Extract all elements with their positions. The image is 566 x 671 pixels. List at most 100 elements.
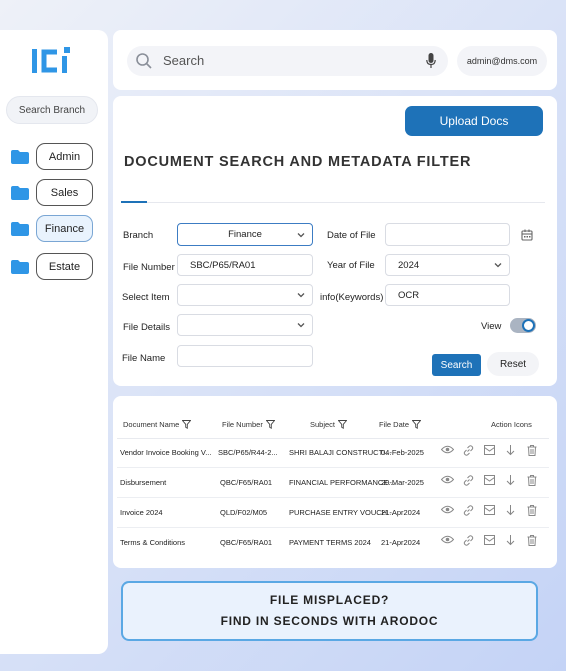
column-header-label: File Number [222, 420, 263, 429]
link-icon[interactable] [458, 535, 479, 546]
link-icon[interactable] [458, 445, 479, 456]
download-icon[interactable] [500, 535, 521, 546]
app-logo [32, 47, 70, 73]
info-keywords-value: OCR [398, 289, 420, 301]
table-row[interactable]: Vendor Invoice Booking V... SBC/P65/R44-… [113, 438, 557, 468]
column-header-file-date[interactable]: File Date [379, 420, 422, 429]
link-icon[interactable] [458, 475, 479, 486]
email-icon[interactable] [479, 535, 500, 546]
view-toggle[interactable] [510, 318, 536, 333]
trash-icon[interactable] [521, 475, 542, 486]
select-item-select[interactable] [177, 284, 313, 306]
view-icon[interactable] [437, 445, 458, 456]
select-item-label: Select Item [122, 292, 170, 303]
top-bar: Search admin@dms.com [113, 30, 557, 90]
chevron-down-icon [297, 293, 305, 298]
download-icon[interactable] [500, 445, 521, 456]
file-number-value: SBC/P65/RA01 [190, 259, 256, 271]
global-search-input[interactable]: Search [127, 46, 448, 76]
cell-file-date: 20-Mar-2025 [381, 478, 424, 487]
branch-button-finance[interactable]: Finance [36, 215, 93, 242]
reset-button[interactable]: Reset [487, 352, 539, 376]
email-icon[interactable] [479, 445, 500, 456]
trash-icon[interactable] [521, 505, 542, 516]
row-actions [437, 535, 542, 546]
sidebar-item-finance[interactable]: Finance [11, 215, 93, 242]
search-button[interactable]: Search [432, 354, 481, 376]
file-number-label: File Number [123, 262, 175, 273]
trash-icon[interactable] [521, 445, 542, 456]
cell-file-number: QBC/F65/RA01 [220, 478, 273, 487]
row-actions [437, 445, 542, 456]
search-filter-panel: Upload Docs DOCUMENT SEARCH AND METADATA… [113, 96, 557, 386]
filter-icon[interactable] [265, 420, 275, 429]
table-row[interactable]: Terms & Conditions QBC/F65/RA01 PAYMENT … [113, 528, 557, 558]
toggle-knob [522, 319, 535, 332]
table-row[interactable]: Invoice 2024 QLD/F02/M05 PURCHASE ENTRY … [113, 498, 557, 528]
info-keywords-input[interactable]: OCR [385, 284, 510, 306]
column-header-label: Document Name [123, 420, 180, 429]
file-number-input[interactable]: SBC/P65/RA01 [177, 254, 313, 276]
documents-table: Document Name File Number Subject File D… [113, 396, 557, 568]
file-details-select[interactable] [177, 314, 313, 336]
user-account-pill[interactable]: admin@dms.com [457, 46, 547, 76]
branch-button-estate[interactable]: Estate [36, 253, 93, 280]
sidebar-item-admin[interactable]: Admin [11, 143, 93, 170]
view-icon[interactable] [437, 475, 458, 486]
info-keywords-label: info(Keywords) [320, 292, 384, 303]
view-icon[interactable] [437, 505, 458, 516]
year-of-file-value: 2024 [398, 259, 420, 271]
banner-line-1: FILE MISPLACED? [269, 593, 390, 607]
cell-file-number: SBC/P65/R44-2... [218, 448, 278, 457]
column-header-label: File Date [379, 420, 410, 429]
date-of-file-input[interactable] [385, 223, 510, 246]
column-header-subject[interactable]: Subject [310, 420, 348, 429]
microphone-icon[interactable] [426, 53, 436, 69]
filter-icon[interactable] [412, 420, 422, 429]
column-header-document-name[interactable]: Document Name [123, 420, 192, 429]
cell-document-name: Terms & Conditions [120, 538, 186, 547]
sidebar-item-estate[interactable]: Estate [11, 253, 93, 280]
cell-file-date: 04-Feb-2025 [381, 448, 424, 457]
column-header-label: Subject [310, 420, 336, 429]
date-of-file-label: Date of File [327, 230, 376, 241]
branch-button-sales[interactable]: Sales [36, 179, 93, 206]
file-name-input[interactable] [177, 345, 313, 367]
upload-docs-button[interactable]: Upload Docs [405, 106, 543, 136]
download-icon[interactable] [500, 505, 521, 516]
tab-active-indicator [121, 201, 147, 203]
sidebar-item-sales[interactable]: Sales [11, 179, 93, 206]
cell-document-name: Disbursement [120, 478, 167, 487]
cell-document-name: Vendor Invoice Booking V... [120, 448, 212, 457]
branch-select-value: Finance [228, 229, 262, 240]
folder-icon [11, 221, 29, 236]
trash-icon[interactable] [521, 535, 542, 546]
search-branch-input[interactable]: Search Branch [6, 96, 98, 124]
download-icon[interactable] [500, 475, 521, 486]
branch-button-admin[interactable]: Admin [36, 143, 93, 170]
email-icon[interactable] [479, 475, 500, 486]
filter-icon[interactable] [182, 420, 192, 429]
cell-subject: PURCHASE ENTRY VOUCH... [289, 508, 394, 517]
link-icon[interactable] [458, 505, 479, 516]
view-label: View [481, 321, 502, 332]
search-placeholder: Search [163, 53, 205, 68]
column-header-action-icons: Action Icons [491, 420, 532, 429]
view-icon[interactable] [437, 535, 458, 546]
table-row[interactable]: Disbursement QBC/F65/RA01 FINANCIAL PERF… [113, 468, 557, 498]
cell-file-number: QBC/F65/RA01 [220, 538, 273, 547]
branch-select[interactable]: Finance [177, 223, 313, 246]
tab-divider [121, 202, 545, 203]
column-header-label: Action Icons [491, 420, 532, 429]
chevron-down-icon [494, 263, 502, 268]
column-header-file-number[interactable]: File Number [222, 420, 275, 429]
filter-icon[interactable] [338, 420, 348, 429]
folder-icon [11, 259, 29, 274]
promo-banner: FILE MISPLACED? FIND IN SECONDS WITH ARO… [121, 581, 538, 641]
file-name-label: File Name [122, 353, 166, 364]
calendar-icon[interactable] [521, 229, 533, 241]
email-icon[interactable] [479, 505, 500, 516]
chevron-down-icon [297, 233, 305, 238]
year-of-file-select[interactable]: 2024 [385, 254, 510, 276]
search-icon [136, 53, 152, 69]
